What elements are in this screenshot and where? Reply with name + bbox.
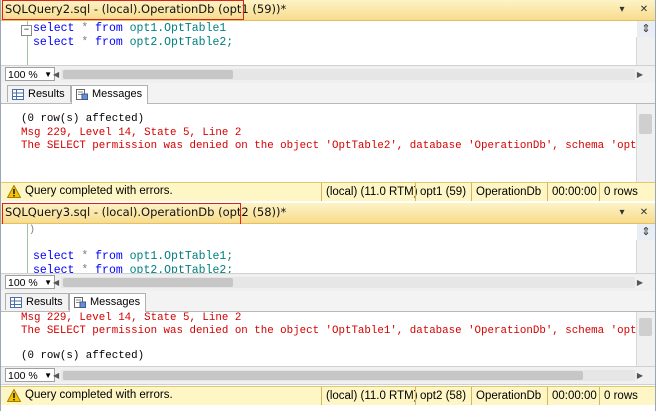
dropdown-arrow-icon[interactable]: ▾ <box>615 3 629 17</box>
code-line: select * from opt2.OptTable2; <box>33 36 234 49</box>
status-user: opt2 (58) <box>415 387 471 405</box>
window-titlebar[interactable]: SQLQuery2.sql - (local).OperationDb (opt… <box>1 0 655 21</box>
status-message: Query completed with errors. <box>25 389 173 401</box>
editor-gutter <box>1 224 27 273</box>
tab-messages-label: Messages <box>90 296 141 308</box>
scroll-left-icon[interactable]: ◀ <box>53 370 59 381</box>
tab-messages[interactable]: Messages <box>71 85 149 104</box>
highlight-box <box>2 203 241 225</box>
highlight-box <box>2 0 244 20</box>
zoom-select[interactable]: 100 % ▼ <box>5 67 55 81</box>
dropdown-arrow-icon: ▼ <box>44 371 52 380</box>
zoom-value: 100 % <box>8 370 38 382</box>
code-editor[interactable]: ) select * from opt1.OptTable1; select *… <box>1 224 637 277</box>
messages-hscrollbar[interactable]: ◀ ▶ <box>53 370 643 381</box>
tab-messages-label: Messages <box>92 88 143 100</box>
message-line: The SELECT permission was denied on the … <box>21 325 656 337</box>
close-icon[interactable]: ✕ <box>637 206 651 220</box>
tab-results-label: Results <box>28 88 65 100</box>
status-user: opt1 (59) <box>415 183 471 201</box>
editor-hscrollbar[interactable]: ◀ ▶ <box>53 69 643 80</box>
message-line: (0 row(s) affected) <box>21 350 145 362</box>
close-icon[interactable]: ✕ <box>637 3 651 17</box>
split-icon[interactable]: ⇕ <box>637 21 655 37</box>
code-line: select * from opt1.OptTable1; <box>33 250 234 263</box>
messages-pane[interactable]: Msg 229, Level 14, State 5, Line 2 The S… <box>1 312 656 366</box>
status-message: Query completed with errors. <box>25 185 173 197</box>
tab-results[interactable]: Results <box>7 85 71 102</box>
status-database: OperationDb <box>471 183 547 201</box>
status-rows: 0 rows <box>599 387 655 405</box>
vscroll-thumb[interactable] <box>639 114 652 134</box>
message-line: (0 row(s) affected) <box>21 113 145 125</box>
code-line: select * from opt1.OptTable1 <box>33 22 227 35</box>
split-icon[interactable]: ⇕ <box>637 224 655 240</box>
scroll-right-icon[interactable]: ▶ <box>637 370 643 381</box>
editor-hscrollbar[interactable]: ◀ ▶ <box>53 277 643 288</box>
hscroll-thumb[interactable] <box>63 278 233 287</box>
status-time: 00:00:00 <box>547 183 599 201</box>
warning-icon <box>7 185 21 198</box>
grid-icon <box>12 89 24 100</box>
editor-vscrollbar[interactable] <box>636 240 655 273</box>
scroll-right-icon[interactable]: ▶ <box>637 69 643 80</box>
zoom-select[interactable]: 100 % ▼ <box>5 275 55 289</box>
vscroll-thumb[interactable] <box>639 318 652 336</box>
tab-results-label: Results <box>26 296 63 308</box>
scroll-right-icon[interactable]: ▶ <box>637 277 643 288</box>
zoom-value: 100 % <box>8 277 38 289</box>
status-bar: Query completed with errors. (local) (11… <box>1 182 655 201</box>
collapse-icon[interactable]: − <box>21 25 32 36</box>
hscroll-thumb[interactable] <box>63 70 233 79</box>
messages-vscrollbar[interactable] <box>636 104 655 182</box>
editor-zoombar: 100 % ▼ ◀ ▶ <box>1 65 655 84</box>
message-line: Msg 229, Level 14, State 5, Line 2 <box>21 127 242 139</box>
status-bar: Query completed with errors. (local) (11… <box>1 386 655 405</box>
result-tabs: Results Messages <box>1 291 655 312</box>
tab-results[interactable]: Results <box>5 293 69 310</box>
tab-messages[interactable]: Messages <box>69 293 147 312</box>
zoom-select[interactable]: 100 % ▼ <box>5 368 55 382</box>
status-time: 00:00:00 <box>547 387 599 405</box>
messages-zoombar: 100 % ▼ ◀ ▶ <box>1 366 655 385</box>
change-margin <box>27 224 28 273</box>
status-rows: 0 rows <box>599 183 655 201</box>
messages-icon <box>74 297 86 308</box>
editor-zoombar: 100 % ▼ ◀ ▶ <box>1 273 655 292</box>
status-database: OperationDb <box>471 387 547 405</box>
status-server: (local) (11.0 RTM) <box>321 387 418 405</box>
zoom-value: 100 % <box>8 69 38 81</box>
window-titlebar[interactable]: SQLQuery3.sql - (local).OperationDb (opt… <box>1 203 655 225</box>
warning-icon <box>7 389 21 402</box>
dropdown-arrow-icon[interactable]: ▾ <box>615 206 629 220</box>
code-editor[interactable]: − select * from opt1.OptTable1 select * … <box>1 21 637 65</box>
hscroll-thumb[interactable] <box>63 371 583 380</box>
grid-icon <box>10 297 22 308</box>
message-line: The SELECT permission was denied on the … <box>21 140 656 152</box>
message-line: Msg 229, Level 14, State 5, Line 2 <box>21 312 242 324</box>
scroll-left-icon[interactable]: ◀ <box>53 69 59 80</box>
editor-vscrollbar[interactable] <box>636 37 655 65</box>
query-window-1: SQLQuery2.sql - (local).OperationDb (opt… <box>0 0 656 203</box>
status-server: (local) (11.0 RTM) <box>321 183 418 201</box>
dropdown-arrow-icon: ▼ <box>44 278 52 287</box>
code-fold-marker: ) <box>29 225 36 236</box>
query-window-2: SQLQuery3.sql - (local).OperationDb (opt… <box>0 203 656 411</box>
result-tabs: Results Messages <box>1 83 655 104</box>
messages-vscrollbar[interactable] <box>636 312 655 366</box>
scroll-left-icon[interactable]: ◀ <box>53 277 59 288</box>
dropdown-arrow-icon: ▼ <box>44 70 52 79</box>
messages-pane[interactable]: (0 row(s) affected) Msg 229, Level 14, S… <box>1 104 656 182</box>
messages-icon <box>76 89 88 100</box>
